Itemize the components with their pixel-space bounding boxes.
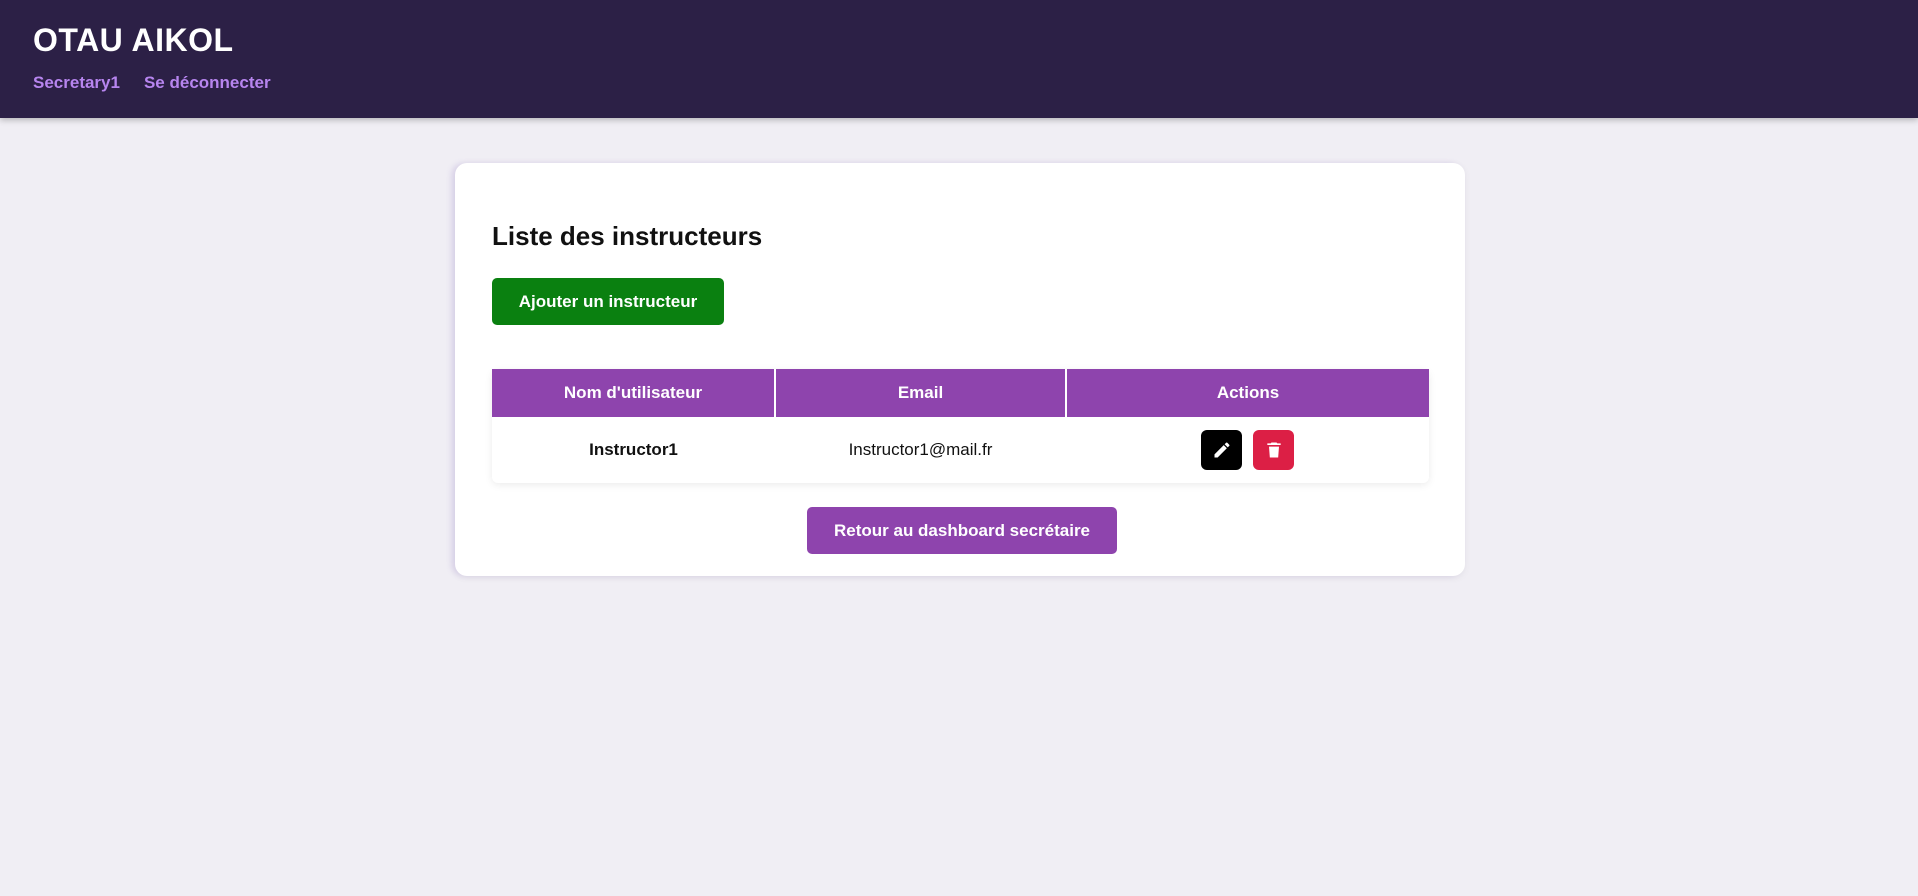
page-title: Liste des instructeurs xyxy=(492,221,763,251)
top-navbar: OTAU AIKOL Secretary1 Se déconnecter xyxy=(0,0,1918,118)
brand-title: OTAU AIKOL xyxy=(33,22,234,58)
pencil-icon xyxy=(1214,442,1230,458)
back-to-dashboard-button[interactable]: Retour au dashboard secrétaire xyxy=(807,507,1117,554)
table-header-row: Nom d'utilisateur Email Actions xyxy=(492,369,1429,417)
cell-actions xyxy=(1066,417,1429,483)
header-nav: Secretary1 Se déconnecter xyxy=(33,73,271,93)
trash-icon xyxy=(1266,442,1281,458)
column-header-actions: Actions xyxy=(1065,369,1429,417)
column-header-username: Nom d'utilisateur xyxy=(492,369,775,417)
nav-link-user[interactable]: Secretary1 xyxy=(33,73,120,93)
delete-button[interactable] xyxy=(1253,430,1294,470)
instructors-card: Liste des instructeurs Ajouter un instru… xyxy=(455,163,1465,576)
instructors-table-container: Nom d'utilisateur Email Actions Instruct… xyxy=(492,369,1429,483)
instructors-table: Nom d'utilisateur Email Actions Instruct… xyxy=(492,369,1429,483)
cell-email: Instructor1@mail.fr xyxy=(848,440,993,459)
row-actions xyxy=(1066,430,1429,470)
cell-username: Instructor1 xyxy=(589,440,678,459)
nav-link-logout[interactable]: Se déconnecter xyxy=(144,73,271,93)
table-row: Instructor1 Instructor1@mail.fr xyxy=(492,417,1429,483)
edit-button[interactable] xyxy=(1201,430,1242,470)
add-instructor-button[interactable]: Ajouter un instructeur xyxy=(492,278,724,325)
column-header-email: Email xyxy=(774,369,1066,417)
